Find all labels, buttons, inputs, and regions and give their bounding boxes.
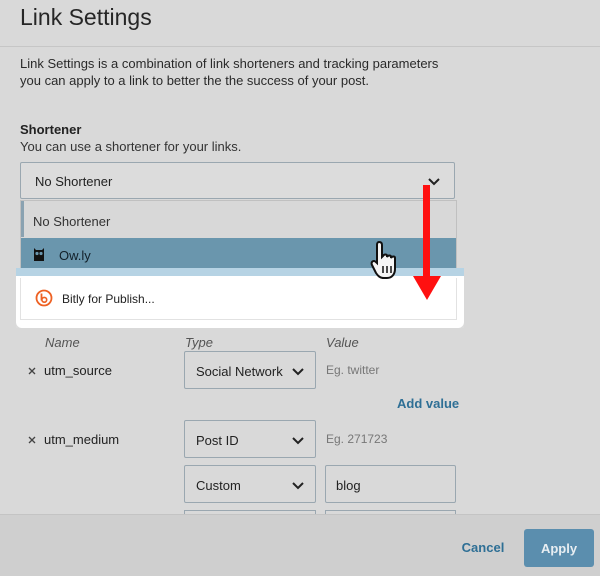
shortener-label: Shortener <box>20 122 82 137</box>
shortener-help-text: You can use a shortener for your links. <box>20 139 242 154</box>
dialog-title: Link Settings <box>20 4 152 30</box>
dialog-description: Link Settings is a combination of link s… <box>20 56 439 88</box>
input-value: blog <box>336 478 361 493</box>
hand-cursor-icon <box>370 240 396 279</box>
param-name: utm_medium <box>44 432 120 447</box>
title-divider <box>0 46 600 47</box>
option-label: Ow.ly <box>59 248 91 263</box>
column-header-type: Type <box>185 335 213 350</box>
option-label: Bitly for Publish... <box>62 292 155 306</box>
shortener-selected-value: No Shortener <box>35 174 113 189</box>
param-type-select[interactable]: Custom <box>184 465 316 503</box>
param-type-value: Custom <box>196 478 241 493</box>
shortener-select[interactable]: No Shortener <box>20 162 455 199</box>
input-placeholder: Eg. twitter <box>326 363 380 377</box>
apply-button[interactable]: Apply <box>524 529 594 567</box>
param-type-value: Post ID <box>196 433 239 448</box>
chevron-down-icon <box>292 368 304 376</box>
dialog-backdrop-left <box>0 268 16 328</box>
param-value-input[interactable]: blog <box>325 465 456 503</box>
dropdown-option-bitly[interactable]: Bitly for Publish... <box>20 278 457 320</box>
add-value-link[interactable]: Add value <box>397 396 459 411</box>
arrow-down-icon <box>413 276 441 300</box>
chevron-down-icon <box>292 437 304 445</box>
param-type-select[interactable]: Social Network <box>184 351 316 389</box>
annotation-arrow-shaft <box>423 185 430 280</box>
param-value-input[interactable]: Eg. twitter <box>325 351 456 389</box>
cancel-button[interactable]: Cancel <box>450 530 516 564</box>
param-name: utm_source <box>44 363 112 378</box>
column-header-value: Value <box>326 335 359 350</box>
param-type-select[interactable]: Post ID <box>184 420 316 458</box>
chevron-down-icon <box>292 482 304 490</box>
param-value-input[interactable]: Eg. 271723 <box>325 420 456 458</box>
param-type-value: Social Network <box>196 364 283 379</box>
remove-param-icon[interactable] <box>27 435 37 445</box>
input-placeholder: Eg. 271723 <box>326 432 388 446</box>
dropdown-option-no-shortener[interactable]: No Shortener <box>21 201 456 237</box>
option-label: No Shortener <box>33 214 111 229</box>
dialog-backdrop-right <box>464 268 600 328</box>
owl-icon <box>34 248 44 261</box>
column-header-name: Name <box>45 335 80 350</box>
bitly-icon <box>35 289 53 307</box>
remove-param-icon[interactable] <box>27 366 37 376</box>
